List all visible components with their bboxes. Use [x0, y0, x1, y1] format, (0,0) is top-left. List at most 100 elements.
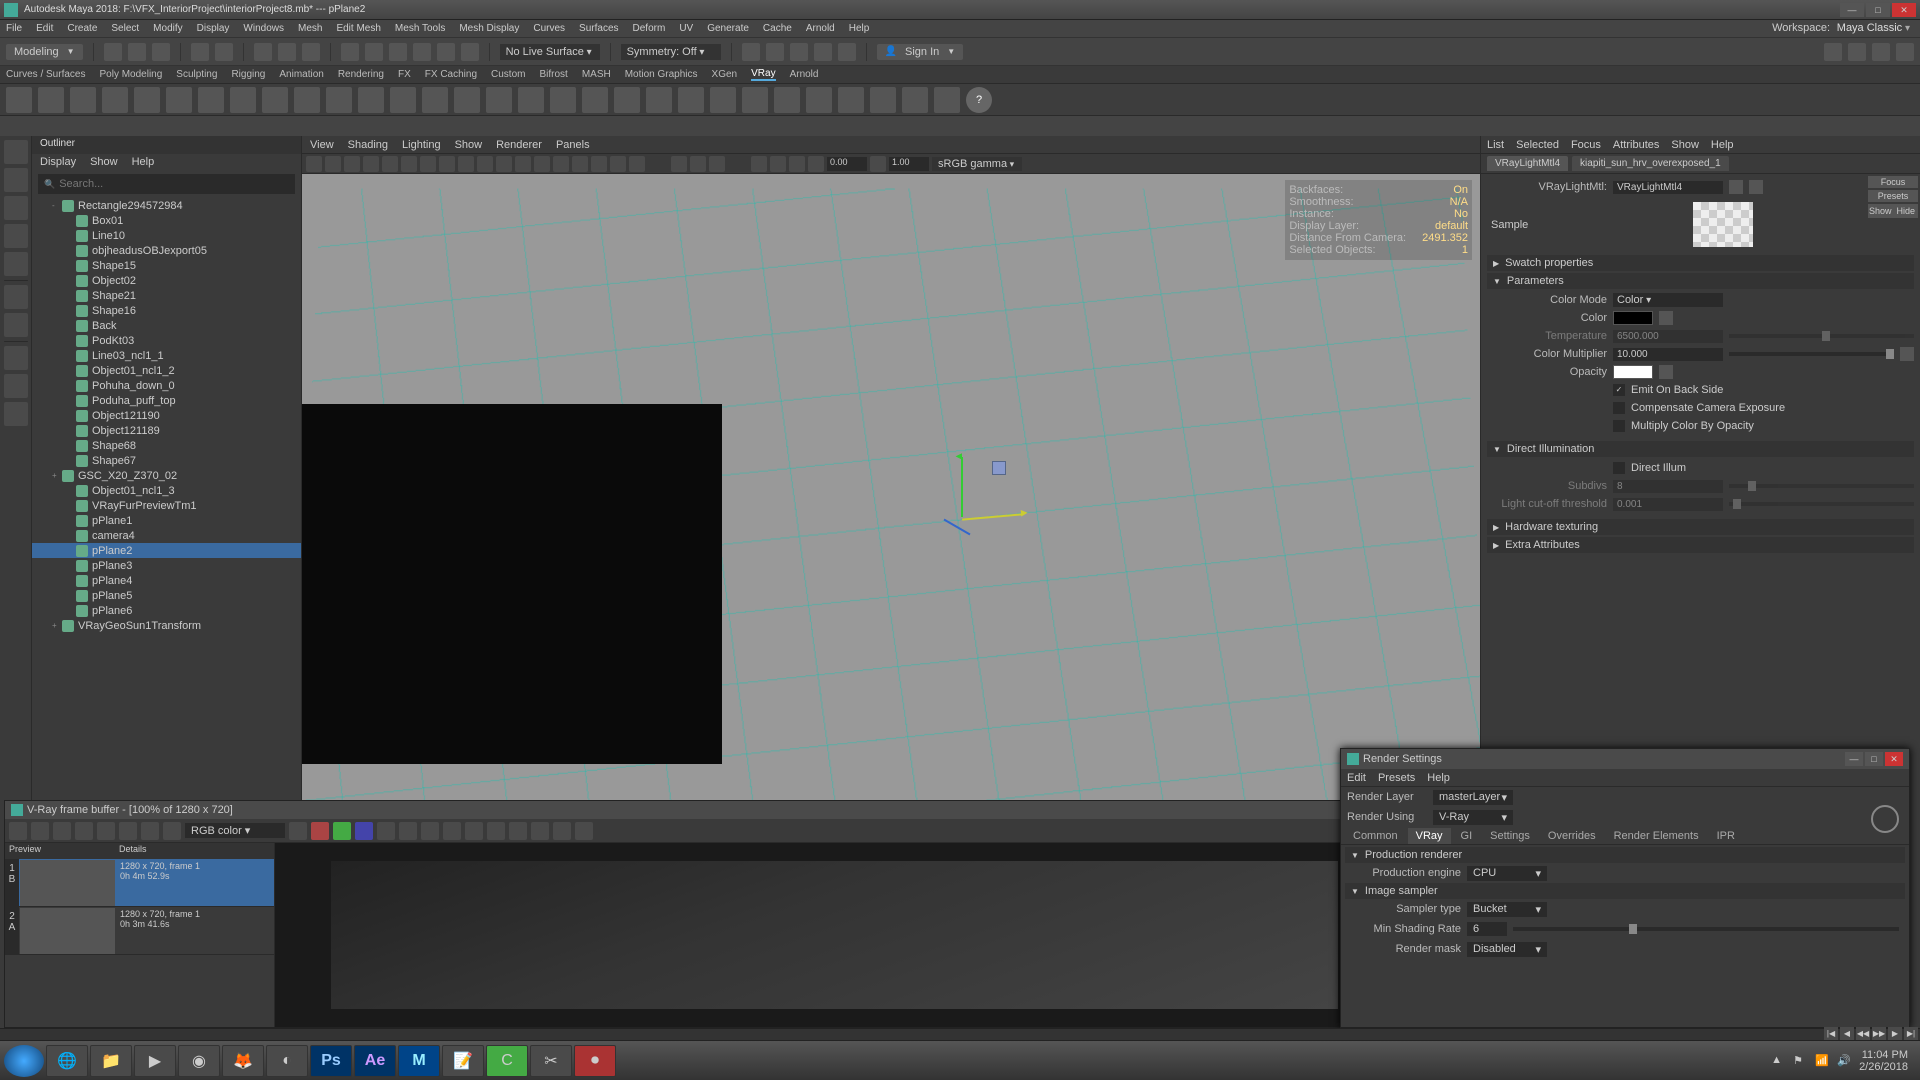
- menu-mesh-tools[interactable]: Mesh Tools: [395, 23, 445, 34]
- rewind-button[interactable]: |◀: [1824, 1027, 1838, 1041]
- ae-tab-selected[interactable]: Selected: [1516, 139, 1559, 151]
- section-extra-attributes[interactable]: Extra Attributes: [1487, 537, 1914, 553]
- shelf-icon[interactable]: [838, 87, 864, 113]
- vp-tool-icon[interactable]: [382, 156, 398, 172]
- paint-select-icon[interactable]: [302, 43, 320, 61]
- play-forward-button[interactable]: ▶▶: [1872, 1027, 1886, 1041]
- shelf-tab-arnold[interactable]: Arnold: [790, 69, 819, 80]
- construction-history-icon[interactable]: [742, 43, 760, 61]
- close-button[interactable]: ✕: [1892, 3, 1916, 17]
- ae-tab-show[interactable]: Show: [1671, 139, 1699, 151]
- rs-tab-ipr[interactable]: IPR: [1709, 828, 1743, 844]
- viewtransform-dropdown[interactable]: sRGB gamma ▾: [932, 157, 1022, 171]
- vfb-tool-icon[interactable]: [531, 822, 549, 840]
- vfb-tool-icon[interactable]: [487, 822, 505, 840]
- vfb-tool-icon[interactable]: [97, 822, 115, 840]
- lasso-icon[interactable]: [278, 43, 296, 61]
- rs-close-button[interactable]: ✕: [1885, 752, 1903, 766]
- vfb-history-item[interactable]: 2A1280 x 720, frame 10h 3m 41.6s: [5, 907, 274, 955]
- shelf-tab-rendering[interactable]: Rendering: [338, 69, 384, 80]
- menu-mesh[interactable]: Mesh: [298, 23, 322, 34]
- shelf-icon[interactable]: [678, 87, 704, 113]
- shelf-tab-vray[interactable]: VRay: [751, 68, 775, 81]
- tray-clock[interactable]: 11:04 PM 2/26/2018: [1859, 1049, 1908, 1073]
- vfb-blue-channel-icon[interactable]: [355, 822, 373, 840]
- vp-tool-icon[interactable]: [629, 156, 645, 172]
- shelf-tab-fx[interactable]: FX: [398, 69, 411, 80]
- symmetry-field[interactable]: Symmetry: Off ▾: [621, 44, 721, 60]
- color-mode-dropdown[interactable]: Color ▾: [1613, 293, 1723, 307]
- gizmo-center[interactable]: [992, 461, 1006, 475]
- vp-tool-icon[interactable]: [439, 156, 455, 172]
- render-settings-icon[interactable]: [814, 43, 832, 61]
- vfb-tool-icon[interactable]: [119, 822, 137, 840]
- shelf-tab-rigging[interactable]: Rigging: [231, 69, 265, 80]
- vfb-tool-icon[interactable]: [465, 822, 483, 840]
- lasso-tool-icon[interactable]: [4, 168, 28, 192]
- shelf-icon[interactable]: [742, 87, 768, 113]
- vfb-tool-icon[interactable]: [553, 822, 571, 840]
- rs-minimize-button[interactable]: —: [1845, 752, 1863, 766]
- outliner-item[interactable]: Object121190: [32, 408, 301, 423]
- vp-tool-icon[interactable]: [496, 156, 512, 172]
- vfb-red-channel-icon[interactable]: [311, 822, 329, 840]
- sampler-type-dropdown[interactable]: Bucket▾: [1467, 902, 1547, 917]
- play-back-button[interactable]: ◀◀: [1856, 1027, 1870, 1041]
- vfb-channel-dropdown[interactable]: RGB color ▾: [185, 823, 285, 838]
- vp-tool-icon[interactable]: [770, 156, 786, 172]
- taskbar-app-icon[interactable]: ◐: [266, 1045, 308, 1077]
- vp-tool-icon[interactable]: [325, 156, 341, 172]
- vfb-tool-icon[interactable]: [575, 822, 593, 840]
- vp-tool-icon[interactable]: [477, 156, 493, 172]
- rs-tab-gi[interactable]: GI: [1453, 828, 1481, 844]
- tray-volume-icon[interactable]: 🔊: [1837, 1054, 1851, 1068]
- rs-section-production[interactable]: Production renderer: [1345, 847, 1905, 863]
- help-icon[interactable]: ?: [966, 87, 992, 113]
- vp-tool-icon[interactable]: [553, 156, 569, 172]
- outliner-item[interactable]: Object01_ncl1_2: [32, 363, 301, 378]
- emit-backside-checkbox[interactable]: ✓: [1613, 384, 1625, 396]
- tray-network-icon[interactable]: 📶: [1815, 1054, 1829, 1068]
- section-parameters[interactable]: Parameters: [1487, 273, 1914, 289]
- rs-tab-settings[interactable]: Settings: [1482, 828, 1538, 844]
- rs-tab-overrides[interactable]: Overrides: [1540, 828, 1604, 844]
- rs-section-image-sampler[interactable]: Image sampler: [1345, 883, 1905, 899]
- vfb-tool-icon[interactable]: [141, 822, 159, 840]
- outliner-menu-display[interactable]: Display: [40, 156, 76, 170]
- outliner-menu-show[interactable]: Show: [90, 156, 118, 170]
- vfb-tool-icon[interactable]: [443, 822, 461, 840]
- render-frame-icon[interactable]: [766, 43, 784, 61]
- vp-tool-icon[interactable]: [789, 156, 805, 172]
- ae-tab-focus[interactable]: Focus: [1571, 139, 1601, 151]
- gizmo-y-axis[interactable]: [961, 457, 963, 517]
- taskbar-media-icon[interactable]: ▶: [134, 1045, 176, 1077]
- vp-tool-icon[interactable]: [709, 156, 725, 172]
- outliner-search-input[interactable]: Search...: [38, 174, 295, 194]
- vp-tool-icon[interactable]: [306, 156, 322, 172]
- shelf-icon[interactable]: [134, 87, 160, 113]
- vp-tool-icon[interactable]: [401, 156, 417, 172]
- menu-generate[interactable]: Generate: [707, 23, 749, 34]
- vp-tool-icon[interactable]: [420, 156, 436, 172]
- select-tool-icon[interactable]: [4, 140, 28, 164]
- shelf-icon[interactable]: [198, 87, 224, 113]
- menu-curves[interactable]: Curves: [533, 23, 565, 34]
- menu-deform[interactable]: Deform: [633, 23, 666, 34]
- outliner-item[interactable]: pPlane1: [32, 513, 301, 528]
- open-scene-icon[interactable]: [128, 43, 146, 61]
- shelf-icon[interactable]: [614, 87, 640, 113]
- save-scene-icon[interactable]: [152, 43, 170, 61]
- layout-icon-4[interactable]: [1896, 43, 1914, 61]
- compensate-exposure-checkbox[interactable]: [1613, 402, 1625, 414]
- snap-curve-icon[interactable]: [365, 43, 383, 61]
- snap-plane-icon[interactable]: [413, 43, 431, 61]
- render-mask-dropdown[interactable]: Disabled▾: [1467, 942, 1547, 957]
- outliner-item[interactable]: pPlane3: [32, 558, 301, 573]
- vfb-tool-icon[interactable]: [9, 822, 27, 840]
- section-direct-illumination[interactable]: Direct Illumination: [1487, 441, 1914, 457]
- shelf-tab-animation[interactable]: Animation: [279, 69, 323, 80]
- outliner-item[interactable]: Shape16: [32, 303, 301, 318]
- outliner-item[interactable]: Poduha_puff_top: [32, 393, 301, 408]
- outliner-item[interactable]: camera4: [32, 528, 301, 543]
- undo-icon[interactable]: [191, 43, 209, 61]
